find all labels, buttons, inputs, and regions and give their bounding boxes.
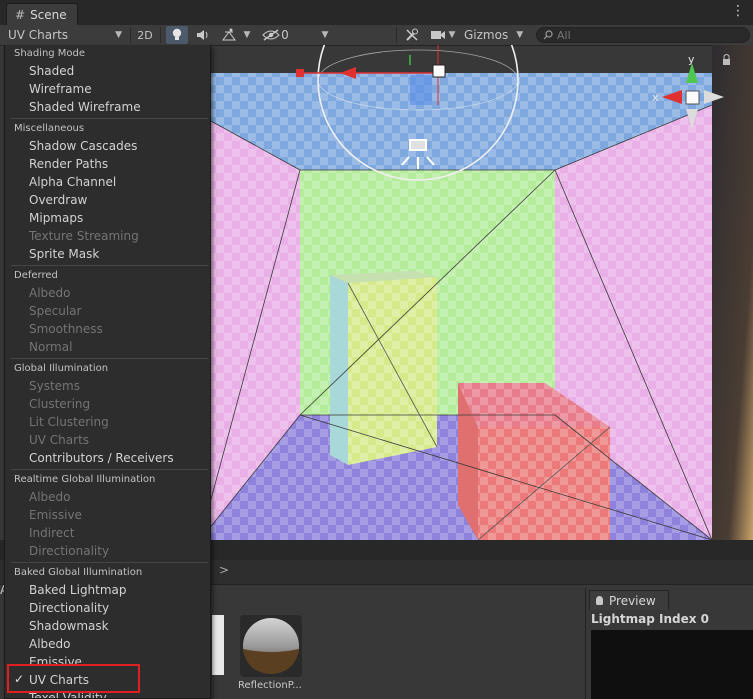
menu-item-deferred-normal: Normal <box>29 340 73 354</box>
scene-hash-icon: # <box>15 7 26 22</box>
gizmos-label: Gizmos <box>464 28 509 42</box>
lighting-toggle-button[interactable] <box>166 26 188 44</box>
menu-item-shaded-wireframe[interactable]: Shaded Wireframe <box>29 100 141 114</box>
eye-slash-icon <box>262 29 280 41</box>
menu-divider <box>11 265 208 266</box>
effects-chevron-down-icon[interactable]: ▼ <box>240 26 254 44</box>
effects-icon <box>222 28 236 41</box>
menu-item-shaded[interactable]: Shaded <box>29 64 74 78</box>
menu-item-render-paths[interactable]: Render Paths <box>29 157 108 171</box>
menu-section-global-illumination: Global Illumination <box>14 363 109 374</box>
search-icon <box>543 30 553 40</box>
visibility-chevron-down-icon[interactable]: ▼ <box>318 26 332 44</box>
hidden-object-count: 0 <box>281 28 289 42</box>
skybox-strip <box>712 45 753 540</box>
gizmos-dropdown[interactable]: Gizmos ▼ <box>462 26 530 44</box>
reflection-probe-asset[interactable] <box>240 615 302 677</box>
audio-toggle-button[interactable] <box>192 26 214 44</box>
breadcrumb-arrow[interactable]: > <box>219 563 229 577</box>
wrench-icon <box>406 28 418 41</box>
camera-settings-button[interactable] <box>428 26 448 44</box>
gizmo-y-label: y <box>688 53 695 66</box>
menu-item-contributors-receivers[interactable]: Contributors / Receivers <box>29 451 174 465</box>
menu-item-realtime-indirect: Indirect <box>29 526 75 540</box>
menu-item-realtime-emissive: Emissive <box>29 508 82 522</box>
tab-scene-label: Scene <box>30 7 67 22</box>
tab-preview[interactable]: Preview <box>589 590 669 610</box>
menu-item-overdraw[interactable]: Overdraw <box>29 193 87 207</box>
tall-box-side <box>330 275 348 465</box>
toolbar-divider <box>130 27 131 43</box>
reflection-sphere-icon <box>243 618 299 674</box>
menu-item-baked-lightmap[interactable]: Baked Lightmap <box>29 583 127 597</box>
menu-section-baked-gi: Baked Global Illumination <box>14 567 143 578</box>
kebab-menu-icon[interactable]: ⋮ <box>731 4 745 18</box>
menu-item-realtime-albedo: Albedo <box>29 490 71 504</box>
draw-mode-menu: Shading Mode Shaded Wireframe Shaded Wir… <box>4 45 211 699</box>
menu-section-deferred: Deferred <box>14 270 58 281</box>
menu-item-deferred-albedo: Albedo <box>29 286 71 300</box>
menu-item-gi-lit-clustering: Lit Clustering <box>29 415 109 429</box>
menu-item-gi-clustering: Clustering <box>29 397 91 411</box>
menu-item-shadow-cascades[interactable]: Shadow Cascades <box>29 139 137 153</box>
menu-item-deferred-smoothness: Smoothness <box>29 322 103 336</box>
chevron-down-icon: ▼ <box>115 30 122 40</box>
camera-chevron-down-icon[interactable]: ▼ <box>446 26 458 44</box>
selection-highlight-box <box>7 664 140 693</box>
menu-item-wireframe[interactable]: Wireframe <box>29 82 92 96</box>
toolbar-divider <box>396 27 397 43</box>
2d-mode-button[interactable]: 2D <box>134 26 156 44</box>
tab-preview-label: Preview <box>609 593 656 608</box>
menu-section-shading-mode: Shading Mode <box>14 48 86 59</box>
menu-divider <box>11 562 208 563</box>
scene-visibility-button[interactable] <box>260 26 282 44</box>
chevron-down-icon: ▼ <box>516 30 524 40</box>
search-input[interactable] <box>553 28 727 42</box>
toolbar-divider <box>160 27 161 43</box>
tools-button[interactable] <box>402 26 422 44</box>
menu-section-miscellaneous: Miscellaneous <box>14 123 85 134</box>
preview-title: Lightmap Index 0 <box>591 612 710 626</box>
menu-item-gi-systems: Systems <box>29 379 80 393</box>
menu-item-baked-shadowmask[interactable]: Shadowmask <box>29 619 109 633</box>
menu-item-realtime-directionality: Directionality <box>29 544 110 558</box>
menu-item-gi-uv-charts: UV Charts <box>29 433 90 447</box>
camera-icon <box>431 31 445 39</box>
draw-mode-label: UV Charts <box>8 28 69 42</box>
menu-section-realtime-gi: Realtime Global Illumination <box>14 474 156 485</box>
search-field[interactable] <box>536 27 750 43</box>
lightbulb-icon <box>172 28 182 40</box>
menu-item-baked-albedo[interactable]: Albedo <box>29 637 71 651</box>
scene-toolbar: UV Charts ▼ 2D ▼ 0 ▼ ▼ Gizmos ▼ All <box>0 25 753 46</box>
draw-mode-dropdown[interactable]: UV Charts ▼ <box>4 26 126 44</box>
reflection-probe-label: ReflectionP... <box>238 680 302 691</box>
menu-divider <box>11 469 208 470</box>
preview-bulb-icon <box>596 596 603 605</box>
menu-divider <box>11 358 208 359</box>
menu-item-alpha-channel[interactable]: Alpha Channel <box>29 175 116 189</box>
menu-item-texture-streaming: Texture Streaming <box>29 229 139 243</box>
menu-item-mipmaps[interactable]: Mipmaps <box>29 211 83 225</box>
gizmo-x-label: x <box>652 91 659 104</box>
move-handle <box>432 64 446 78</box>
preview-panel: Preview Lightmap Index 0 <box>585 588 753 699</box>
preview-image <box>591 630 753 699</box>
effects-toggle-button[interactable] <box>218 26 240 44</box>
menu-item-deferred-specular: Specular <box>29 304 82 318</box>
menu-item-baked-directionality[interactable]: Directionality <box>29 601 109 615</box>
tab-scene[interactable]: # Scene <box>6 3 78 25</box>
asset-thumbnail[interactable] <box>212 615 224 675</box>
window-tab-bar: # Scene ⋮ <box>0 0 753 26</box>
speaker-icon <box>197 30 208 40</box>
menu-item-sprite-mask[interactable]: Sprite Mask <box>29 247 99 261</box>
menu-divider <box>11 118 208 119</box>
